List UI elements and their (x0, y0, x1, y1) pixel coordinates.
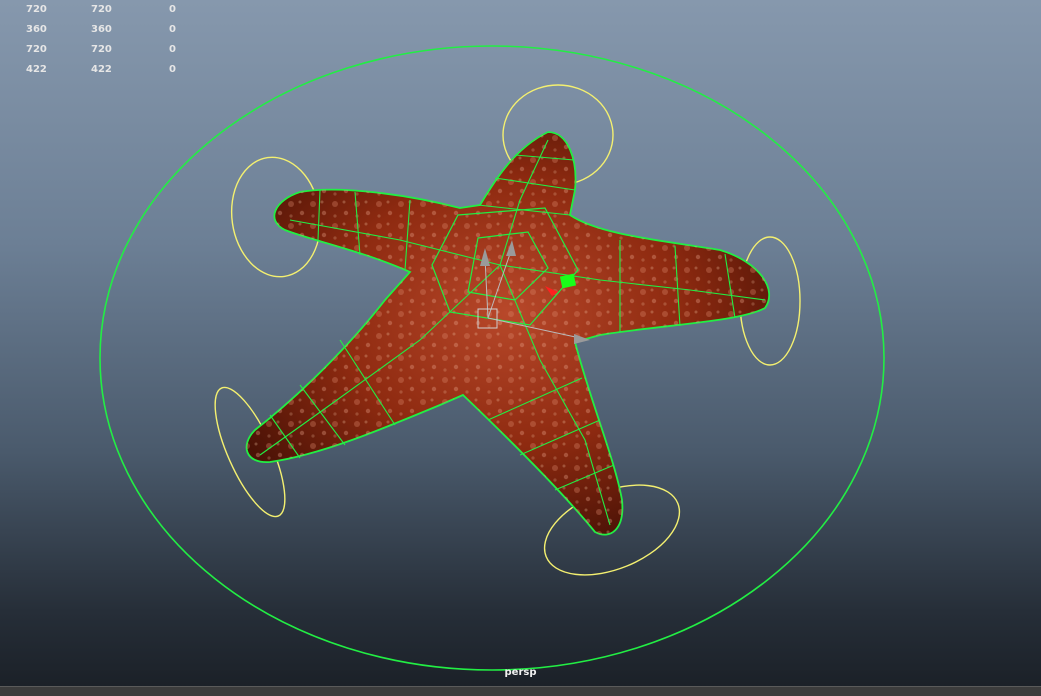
starfish-mesh[interactable] (245, 131, 771, 536)
camera-label: persp (504, 667, 537, 678)
3d-viewport[interactable] (0, 0, 1041, 695)
